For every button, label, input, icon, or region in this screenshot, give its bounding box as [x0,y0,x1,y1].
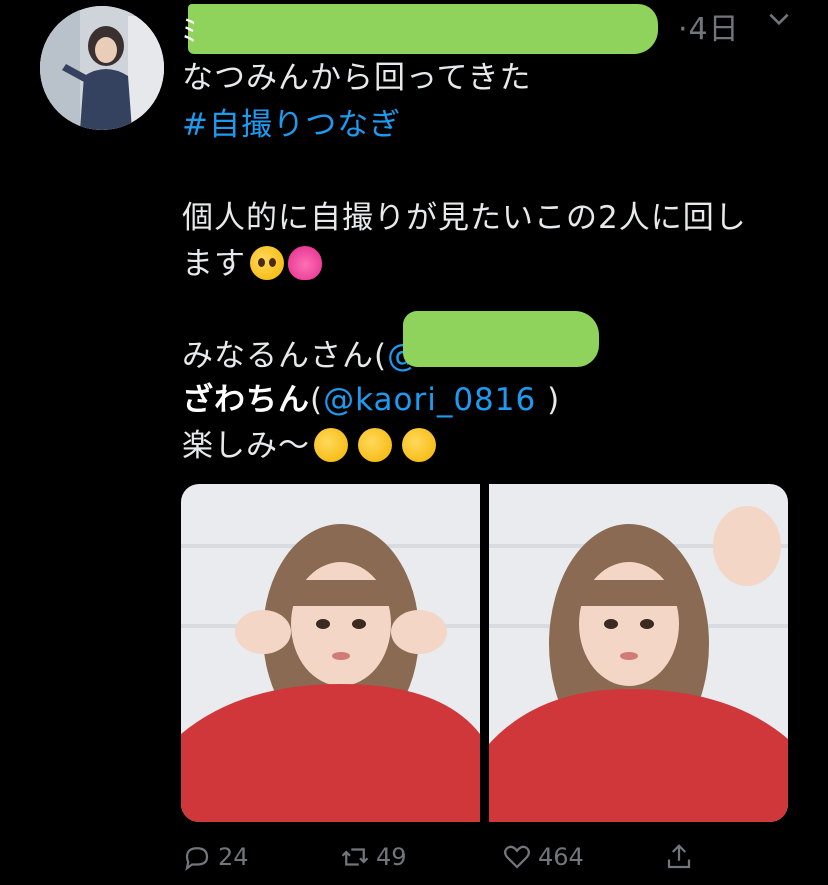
hashtag-link[interactable]: #自撮りつなぎ [182,99,401,144]
mention-handle[interactable]: @kaori_0816 [323,382,536,418]
tweet-actions: 24 49 464 [0,842,828,882]
tweet-line: 楽しみ〜 [182,420,436,465]
reply-button[interactable]: 24 [182,842,249,872]
pleading-face-emoji [250,246,284,280]
tweet-line: ます [182,238,322,283]
photo-left[interactable] [181,484,480,822]
display-name-fragment: ﾐ [182,14,197,49]
drooling-face-emoji [314,428,348,462]
selfie-photo-1 [181,484,480,822]
retweet-button[interactable]: 49 [340,842,407,872]
tweet-line: なつみんから回ってきた [182,60,532,96]
mention-name: ざわちん [182,382,310,418]
paren-close: ) [536,382,561,418]
heart-icon [504,845,530,869]
redacted-display-name [188,4,658,54]
drooling-face-emoji [402,428,436,462]
tweet-line-text: 楽しみ〜 [182,428,310,464]
tweet-line: 個人的に自撮りが見たいこの2人に回し [182,200,747,236]
mention-line: みなるんさん(@ [182,330,419,375]
reply-count: 24 [218,843,249,871]
drooling-face-emoji [358,428,392,462]
share-icon [667,844,691,869]
tweet-line-text: ます [182,246,246,282]
tweet-timestamp[interactable]: ·4日 [678,4,740,48]
selfie-photo-2 [489,484,788,822]
mention-line: ざわちん(@kaori_0816 ) [182,374,560,419]
media-grid [181,484,788,822]
reply-icon [185,847,209,871]
like-count: 464 [538,843,584,871]
mention-name: みなるんさん( [182,338,388,374]
retweet-icon [341,848,369,866]
photo-right[interactable] [489,484,788,822]
avatar-image [40,6,164,130]
like-button[interactable]: 464 [502,842,584,872]
beating-heart-emoji [288,246,322,280]
paren-open: ( [310,382,324,418]
avatar[interactable] [40,6,164,130]
redacted-handle [403,311,599,367]
retweet-count: 49 [376,843,407,871]
chevron-down-icon[interactable] [766,6,792,32]
share-button[interactable] [664,842,694,872]
